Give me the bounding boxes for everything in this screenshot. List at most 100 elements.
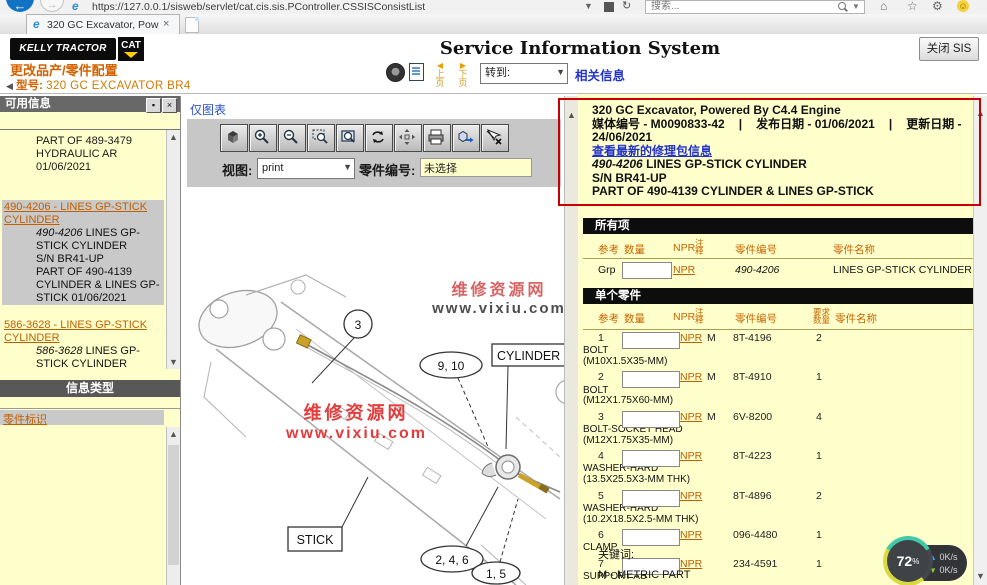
zoom-in-icon[interactable] <box>249 124 277 152</box>
close-icon[interactable]: × <box>162 98 177 113</box>
detail-part-number: 490-4206 <box>592 157 643 171</box>
tab-bar: e 320 GC Excavator, Power... × <box>0 14 987 34</box>
diagram-svg: 3 9, 10 CYLINDER STICK 2, 4, 6 1, 5 <box>186 187 564 585</box>
callout-oval-1-5[interactable]: 1, 5 <box>486 567 506 581</box>
callout-label-stick[interactable]: STICK <box>297 533 334 547</box>
parts-row: 1 NPR M 8T-4196 2 BOLT(M10X1.5X35-MM) <box>583 330 973 369</box>
scroll-up-icon[interactable]: ▲ <box>167 132 180 142</box>
browser-chrome: ← → e https://127.0.0.1/sisweb/servlet/c… <box>0 0 987 15</box>
sidebar-scroll-area: PART OF 489-3479 HYDRAULIC AR 01/06/2021… <box>2 131 164 369</box>
star-icon[interactable]: ☆ <box>907 0 918 13</box>
isometric-view-icon[interactable] <box>220 124 248 152</box>
print-icon[interactable] <box>423 124 451 152</box>
group-part-name: LINES GP-STICK CYLINDER <box>833 264 972 276</box>
ie-icon: e <box>72 0 79 13</box>
search-icon[interactable] <box>838 2 846 10</box>
qty-input[interactable] <box>622 332 680 349</box>
goto-select-value: 转到: <box>485 66 510 81</box>
sidebar-entry-link[interactable]: 586-3628 - LINES GP-STICK CYLINDER <box>2 318 164 345</box>
npr-link[interactable]: NPR <box>673 264 695 276</box>
search-dropdown-icon[interactable]: ▼ <box>852 0 860 13</box>
npr-link[interactable]: NPR <box>680 450 702 462</box>
prev-page-button[interactable]: ◀ 上页 <box>433 61 447 88</box>
qty-input[interactable] <box>622 450 680 467</box>
divider <box>0 408 180 409</box>
related-info-link[interactable]: 相关信息 <box>575 65 625 84</box>
percent-sign: % <box>912 557 919 566</box>
minimize-icon[interactable]: ▪ <box>146 98 161 113</box>
part-identification-link[interactable]: 零件标识 <box>3 411 47 427</box>
repair-kit-link[interactable]: 查看最新的修理包信息 <box>592 144 712 158</box>
scroll-up-icon[interactable]: ▲ <box>565 110 578 120</box>
refresh-icon[interactable]: ↻ <box>622 0 631 13</box>
progress-gauge[interactable]: 72% <box>883 536 933 585</box>
sidebar-entry-link[interactable]: 490-4206 - LINES GP-STICK CYLINDER <box>2 200 164 227</box>
col-name: 零件名称 <box>835 311 877 326</box>
zoom-out-icon[interactable] <box>278 124 306 152</box>
scrollbar-thumb[interactable] <box>168 445 179 565</box>
sidebar-scrollbar-2[interactable]: ▲ <box>166 427 180 585</box>
url-text[interactable]: https://127.0.0.1/sisweb/servlet/cat.cis… <box>92 1 572 14</box>
divider <box>0 129 180 130</box>
part-number-input[interactable] <box>420 158 532 177</box>
goto-select[interactable]: 转到: ▼ <box>480 63 568 84</box>
callout-label-cylinder[interactable]: CYLINDER <box>497 349 560 363</box>
all-items-header: 参考 数量 NPR 注释 零件编号 零件名称 <box>583 238 973 258</box>
zoom-window-icon[interactable] <box>336 124 364 152</box>
npr-link[interactable]: NPR <box>680 490 702 502</box>
qty-input[interactable] <box>622 490 680 507</box>
url-dropdown-icon[interactable]: ▼ <box>584 0 593 13</box>
zoom-area-icon[interactable] <box>307 124 335 152</box>
row-required-qty: 2 <box>816 490 822 502</box>
new-tab-button[interactable] <box>185 17 199 33</box>
gear-icon[interactable]: ⚙ <box>932 0 943 13</box>
callout-balloon-3[interactable]: 3 <box>355 318 362 332</box>
rotate-icon[interactable] <box>365 124 393 152</box>
npr-link[interactable]: NPR <box>680 371 702 383</box>
qty-input[interactable] <box>622 529 680 546</box>
row-part-name: BOLT(M10X1.5X35-MM) <box>583 346 973 368</box>
npr-link[interactable]: NPR <box>680 558 702 570</box>
stop-icon[interactable] <box>604 2 614 12</box>
close-sis-button[interactable]: 关闭 SIS <box>919 37 979 61</box>
media-icon[interactable] <box>386 63 405 82</box>
detail-scrollbar[interactable]: ▲ ▼ <box>973 96 987 585</box>
sidebar-entry: 490-4206 - LINES GP-STICK CYLINDER 490-4… <box>2 200 164 305</box>
group-qty-input[interactable] <box>622 262 672 279</box>
diagram-scrollbar[interactable]: ▲ <box>564 96 579 585</box>
scroll-up-icon[interactable]: ▲ <box>974 108 987 118</box>
npr-link[interactable]: NPR <box>680 529 702 541</box>
qty-input[interactable] <box>622 371 680 388</box>
row-ref: 4 <box>598 450 604 462</box>
callout-oval-2-4-6[interactable]: 2, 4, 6 <box>435 553 469 567</box>
forward-icon[interactable]: → <box>40 0 64 12</box>
next-page-button[interactable]: ▶ 下页 <box>456 61 470 88</box>
home-icon[interactable]: ⌂ <box>880 0 887 13</box>
npr-link[interactable]: NPR <box>680 332 702 344</box>
scroll-down-icon[interactable]: ▼ <box>974 571 987 581</box>
scroll-down-icon[interactable]: ▼ <box>167 357 180 367</box>
document-icon[interactable] <box>409 63 424 81</box>
callout-oval-9-10[interactable]: 9, 10 <box>438 359 465 373</box>
tab-close-icon[interactable]: × <box>163 17 169 32</box>
npr-link[interactable]: NPR <box>680 411 702 423</box>
progress-percent: 72 <box>897 553 913 569</box>
row-part-number: 8T-4196 <box>733 332 772 344</box>
app-header: KELLY TRACTOR CAT Service Information Sy… <box>0 34 987 94</box>
detail-serial: S/N BR41-UP <box>592 172 964 186</box>
smiley-icon[interactable]: ☺ <box>957 0 969 12</box>
col-qty: 数量 <box>624 311 645 326</box>
col-npr: NPR <box>673 242 695 254</box>
view-select[interactable]: print ▼ <box>257 158 355 179</box>
scroll-up-icon[interactable]: ▲ <box>167 429 180 439</box>
pan-icon[interactable] <box>394 124 422 152</box>
upload-speed: 0K/s <box>939 552 957 562</box>
back-icon[interactable]: ← <box>6 0 34 12</box>
browser-tab[interactable]: e 320 GC Excavator, Power... × <box>26 14 180 34</box>
select-cancel-icon[interactable] <box>481 124 509 152</box>
export-icon[interactable] <box>452 124 480 152</box>
sidebar-scrollbar[interactable]: ▲ ▼ <box>166 130 180 369</box>
model-caret-icon[interactable]: ◀ <box>6 81 13 91</box>
only-chart-link[interactable]: 仅图表 <box>190 101 226 118</box>
qty-input[interactable] <box>622 411 680 428</box>
